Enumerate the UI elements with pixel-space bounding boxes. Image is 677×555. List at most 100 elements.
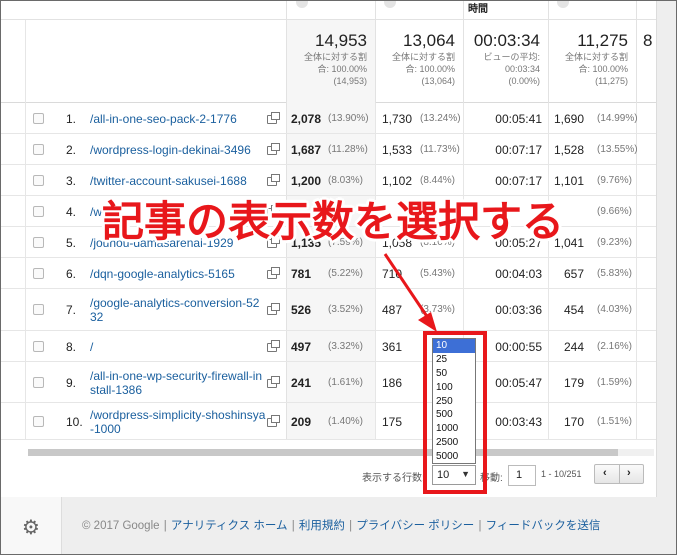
row-checkbox[interactable]	[33, 237, 44, 248]
row-checkbox[interactable]	[33, 304, 44, 315]
total-value: 00:03:34	[473, 31, 540, 50]
sort-indicator-icon[interactable]	[384, 0, 396, 8]
entrances-value: 454	[563, 303, 584, 317]
table-row: 2. /wordpress-login-dekinai-3496 1,687 (11.…	[0, 134, 656, 165]
entrances-value: 244	[563, 340, 584, 354]
column-divider	[375, 103, 376, 133]
entrances-value: 1,690	[553, 112, 584, 126]
pagination-buttons: ‹ ›	[594, 464, 644, 484]
row-checkbox[interactable]	[33, 175, 44, 186]
column-divider	[375, 258, 376, 288]
external-link-icon[interactable]	[267, 303, 280, 315]
page-path-link[interactable]: /all-in-one-wp-security-firewall-install…	[90, 369, 266, 397]
row-index: 8.	[66, 340, 77, 354]
pageviews-percent: (1.61%)	[328, 377, 364, 388]
external-link-icon[interactable]	[267, 112, 280, 124]
sort-indicator-icon[interactable]	[296, 0, 308, 8]
external-link-icon[interactable]	[267, 174, 280, 186]
unique-pageviews-percent: (5.43%)	[420, 268, 456, 279]
button-separator	[619, 465, 620, 483]
entrances-value: 657	[563, 267, 584, 281]
horizontal-scrollbar[interactable]	[28, 449, 654, 456]
column-divider	[286, 0, 287, 20]
row-checkbox[interactable]	[33, 268, 44, 279]
column-divider	[548, 0, 549, 20]
unique-pageviews-value: 487	[382, 303, 403, 317]
row-checkbox[interactable]	[33, 377, 44, 388]
column-divider	[375, 289, 376, 330]
total-cell: 13,064 全体に対する割 合: 100.00% (13,064)	[375, 20, 463, 103]
entrances-percent: (1.51%)	[597, 416, 633, 427]
page-path-link[interactable]: /	[90, 340, 266, 354]
row-index: 9.	[66, 376, 77, 390]
total-sub: (14,953)	[333, 76, 367, 86]
footer-link-terms[interactable]: 利用規約	[299, 520, 345, 532]
prev-page-button[interactable]: ‹	[603, 467, 607, 479]
page-path-link[interactable]: /google-analytics-conversion-5232	[90, 296, 266, 324]
unique-pageviews-percent: (3.73%)	[420, 304, 456, 315]
rows-per-page-label: 表示する行数:	[362, 473, 425, 484]
table-row: 10. /wordpress-simplicity-shoshinsya-1000…	[0, 403, 656, 440]
unique-pageviews-percent: (8.44%)	[420, 175, 456, 186]
row-checkbox[interactable]	[33, 206, 44, 217]
pageviews-value: 1,200	[291, 174, 322, 188]
row-checkbox[interactable]	[33, 416, 44, 427]
settings-button[interactable]: ⚙	[0, 497, 62, 555]
page-path-link[interactable]: /twitter-account-sakusei-1688	[90, 174, 266, 188]
column-divider	[375, 331, 376, 361]
unique-pageviews-value: 361	[382, 340, 403, 354]
column-header-strip: 時間	[0, 0, 656, 20]
column-divider	[636, 165, 637, 195]
external-link-icon[interactable]	[267, 415, 280, 427]
entrances-percent: (1.59%)	[597, 377, 633, 388]
row-index: 7.	[66, 303, 77, 317]
total-sub: 合: 100.00%	[405, 64, 455, 74]
footer-link-feedback[interactable]: フィードバックを送信	[486, 520, 601, 532]
next-page-button[interactable]: ›	[627, 467, 631, 479]
row-index: 6.	[66, 267, 77, 281]
page-path-link[interactable]: /dqn-google-analytics-5165	[90, 267, 266, 281]
row-checkbox[interactable]	[33, 144, 44, 155]
avg-time-value: 00:05:41	[495, 112, 542, 126]
column-divider	[636, 0, 637, 20]
total-cell: 8	[636, 20, 656, 103]
column-divider	[375, 134, 376, 164]
row-index: 10.	[66, 415, 83, 429]
external-link-icon[interactable]	[267, 340, 280, 352]
unique-pageviews-percent: (13.24%)	[420, 113, 461, 124]
pageviews-percent: (3.52%)	[328, 304, 364, 315]
time-column-header[interactable]: 時間	[468, 0, 508, 15]
total-value: 13,064	[403, 31, 455, 50]
total-sub: 合: 100.00%	[317, 64, 367, 74]
page-path-link[interactable]: /wordpress-login-dekinai-3496	[90, 143, 266, 157]
external-link-icon[interactable]	[267, 376, 280, 388]
table-row: 7. /google-analytics-conversion-5232 526 (3…	[0, 289, 656, 331]
unique-pageviews-value: 186	[382, 376, 403, 390]
row-index: 2.	[66, 143, 77, 157]
pageviews-percent: (13.90%)	[328, 113, 369, 124]
page-path-link[interactable]: /all-in-one-seo-pack-2-1776	[90, 112, 266, 126]
gear-icon: ⚙	[22, 517, 40, 539]
total-value: 11,275	[577, 31, 628, 50]
page-path-link[interactable]: /wordpress-simplicity-shoshinsya-1000	[90, 408, 266, 436]
total-sub: (11,275)	[595, 76, 628, 86]
scrollbar-thumb[interactable]	[28, 449, 618, 456]
pageviews-value: 497	[291, 340, 312, 354]
table-row: 1. /all-in-one-seo-pack-2-1776 2,078 (13.90…	[0, 103, 656, 134]
row-checkbox[interactable]	[33, 341, 44, 352]
sort-indicator-icon[interactable]	[557, 0, 569, 8]
total-sub: (0.00%)	[508, 76, 540, 86]
total-sub: 全体に対する割	[391, 52, 455, 62]
row-checkbox[interactable]	[33, 113, 44, 124]
footer-link-analytics-home[interactable]: アナリティクス ホーム	[171, 520, 288, 532]
footer-link-privacy[interactable]: プライバシー ポリシー	[356, 520, 474, 532]
unique-pageviews-value: 1,730	[382, 112, 413, 126]
entrances-value: 170	[563, 415, 584, 429]
unique-pageviews-value: 1,533	[382, 143, 413, 157]
column-divider	[636, 331, 637, 361]
external-link-icon[interactable]	[267, 143, 280, 155]
external-link-icon[interactable]	[267, 267, 280, 279]
goto-page-input[interactable]: 1	[508, 465, 536, 486]
total-sub: ビューの平均:	[483, 52, 540, 62]
pageviews-percent: (3.32%)	[328, 341, 364, 352]
